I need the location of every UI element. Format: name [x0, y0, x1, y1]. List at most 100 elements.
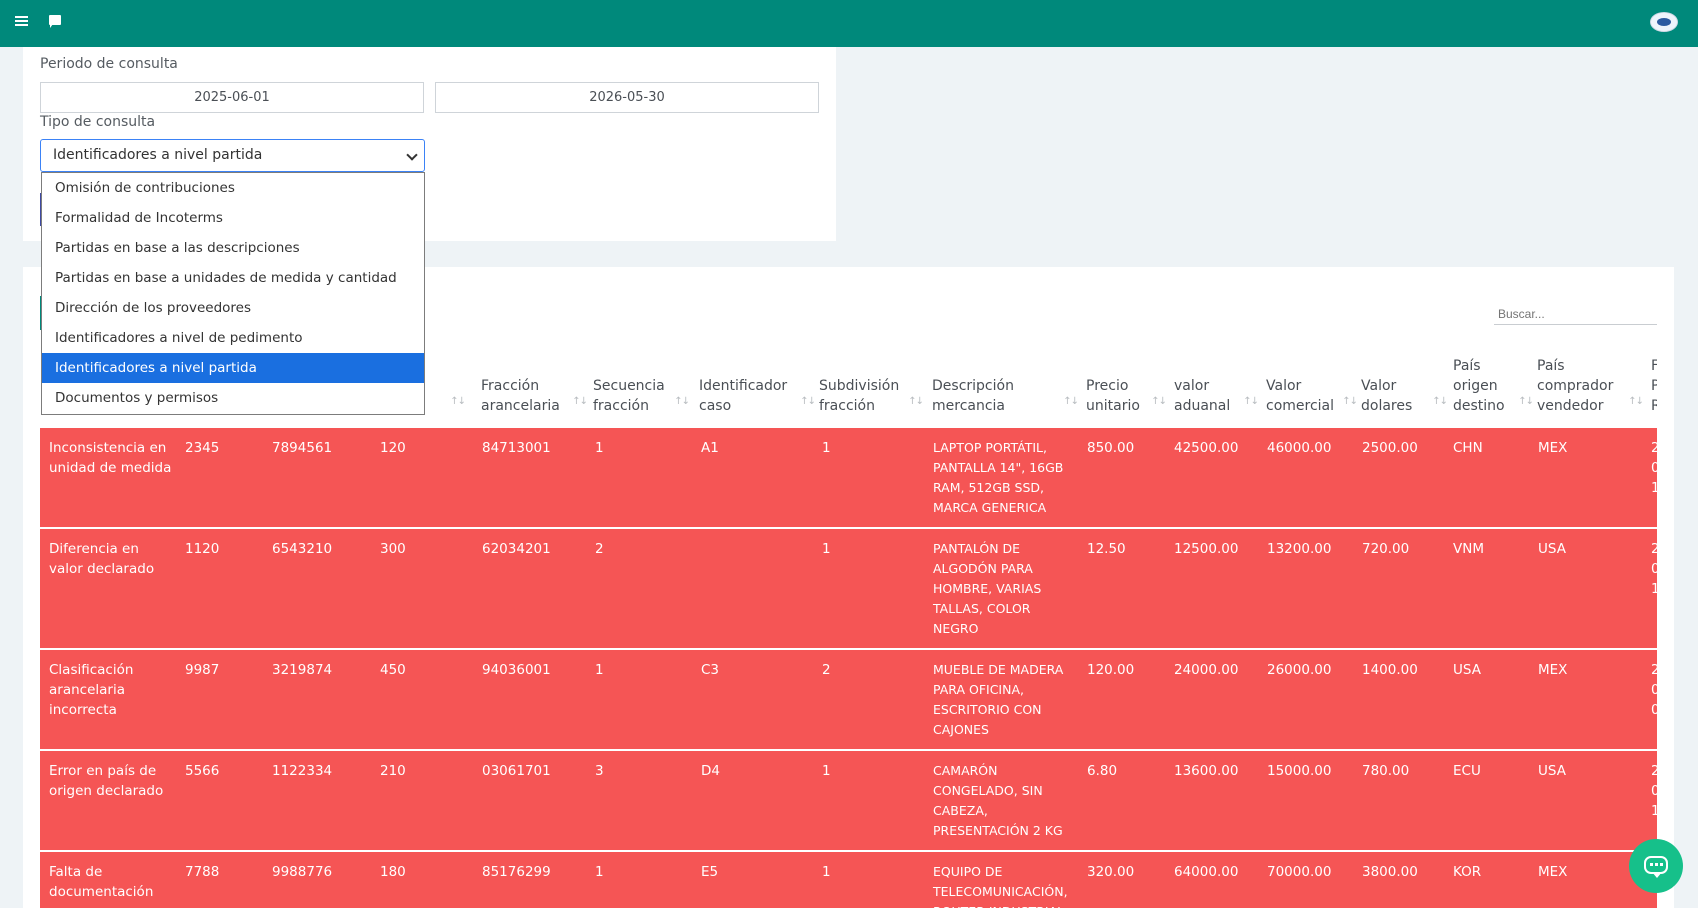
- table-cell: 7894561: [272, 440, 333, 456]
- column-header[interactable]: FPR: [1651, 353, 1657, 425]
- table-cell: 2: [595, 541, 604, 557]
- sort-icon[interactable]: ↑↓: [800, 392, 816, 412]
- sort-icon[interactable]: ↑↓: [1151, 392, 1167, 412]
- table-cell: 62034201: [482, 541, 551, 557]
- dropdown-option[interactable]: Formalidad de Incoterms: [42, 203, 424, 233]
- table-cell: LAPTOP PORTÁTIL, PANTALLA 14", 16GB RAM,…: [933, 440, 1064, 515]
- column-header-label: País: [1453, 358, 1481, 374]
- table-cell: 5566: [185, 763, 220, 779]
- table-cell: USA: [1538, 541, 1566, 557]
- column-header[interactable]: Identificador caso ↑↓: [699, 353, 819, 425]
- table-cell: 3800.00: [1362, 864, 1418, 880]
- column-header-label: origen: [1453, 378, 1498, 394]
- table-cell: 1: [822, 440, 831, 456]
- column-header-label: valor: [1174, 378, 1210, 394]
- sort-icon[interactable]: ↑↓: [450, 392, 466, 412]
- table-cell: CAMARÓN CONGELADO, SIN CABEZA, PRESENTAC…: [933, 763, 1063, 838]
- table-cell: 84713001: [482, 440, 551, 456]
- dropdown-option[interactable]: Partidas en base a unidades de medida y …: [42, 263, 424, 293]
- sort-icon[interactable]: ↑↓: [1243, 392, 1259, 412]
- column-header-label: Subdivisión: [819, 378, 900, 394]
- column-header[interactable]: valor aduanal ↑↓: [1174, 353, 1262, 425]
- table-row[interactable]: Clasificación arancelaria incorrecta 9987…: [40, 648, 1657, 749]
- table-cell: 46000.00: [1267, 440, 1332, 456]
- table-cell: 9987: [185, 662, 220, 678]
- table-cell: MEX: [1538, 440, 1568, 456]
- sort-icon[interactable]: ↑↓: [1432, 392, 1448, 412]
- table-cell: 24000.00: [1174, 662, 1239, 678]
- dropdown-option[interactable]: Partidas en base a las descripciones: [42, 233, 424, 263]
- table-cell: Clasificación arancelaria incorrecta: [49, 662, 134, 718]
- sort-icon[interactable]: ↑↓: [1628, 392, 1644, 412]
- dropdown-option[interactable]: Omisión de contribuciones: [42, 173, 424, 203]
- table-cell: Falta de documentación: [49, 864, 154, 900]
- column-header[interactable]: Precio unitario ↑↓: [1086, 353, 1170, 425]
- column-header-label: mercancia: [932, 398, 1006, 414]
- column-header-label: Descripción: [932, 378, 1014, 394]
- column-header-label: P: [1651, 378, 1657, 394]
- sort-icon[interactable]: ↑↓: [572, 392, 588, 412]
- table-cell: 6.80: [1087, 763, 1118, 779]
- table-cell: 1: [595, 662, 604, 678]
- column-header-label: Secuencia: [593, 378, 665, 394]
- column-header-label: vendedor: [1537, 398, 1604, 414]
- dropdown-option[interactable]: Documentos y permisos: [42, 383, 424, 413]
- table-cell: 120.00: [1087, 662, 1135, 678]
- column-header[interactable]: País comprador vendedor ↑↓: [1537, 353, 1647, 425]
- table-cell: VNM: [1453, 541, 1484, 557]
- table-cell: 180: [380, 864, 406, 880]
- column-header[interactable]: Subdivisión fracción ↑↓: [819, 353, 927, 425]
- table-cell: 3219874: [272, 662, 333, 678]
- column-header-label: destino: [1453, 398, 1505, 414]
- sort-icon[interactable]: ↑↓: [1518, 392, 1534, 412]
- table-cell: 9988776: [272, 864, 333, 880]
- column-header[interactable]: Secuencia fracción ↑↓: [593, 353, 693, 425]
- table-cell: EQUIPO DE TELECOMUNICACIÓN, ROUTER INDUS…: [933, 864, 1068, 908]
- table-cell: A1: [701, 440, 719, 456]
- table-cell: 70000.00: [1267, 864, 1332, 880]
- query-type-dropdown: Omisión de contribuciones Formalidad de I…: [41, 172, 425, 415]
- table-cell: 85176299: [482, 864, 551, 880]
- column-header-label: unitario: [1086, 398, 1140, 414]
- table-row[interactable]: Diferencia en valor declarado 1120 6543210…: [40, 527, 1657, 648]
- table-cell: 2 0 1(: [1651, 763, 1657, 819]
- table-cell: 13200.00: [1267, 541, 1332, 557]
- column-header-label: dolares: [1361, 398, 1413, 414]
- chat-support-button[interactable]: [1629, 839, 1683, 893]
- column-header[interactable]: Fracción arancelaria ↑↓: [481, 353, 591, 425]
- column-header[interactable]: País origen destino ↑↓: [1453, 353, 1537, 425]
- column-header[interactable]: Valor comercial ↑↓: [1266, 353, 1361, 425]
- table-cell: 2 0 1(: [1651, 440, 1657, 496]
- table-cell: USA: [1453, 662, 1481, 678]
- table-cell: 12500.00: [1174, 541, 1239, 557]
- column-header[interactable]: Descripción mercancia ↑↓: [932, 353, 1082, 425]
- results-table: nera↑↓Fracciónarancelaria↑↓Secuenciafrac…: [40, 0, 1657, 908]
- table-row[interactable]: Falta de documentación 7788 9988776 180 8517…: [40, 850, 1657, 908]
- dropdown-option[interactable]: Dirección de los proveedores: [42, 293, 424, 323]
- table-row[interactable]: Inconsistencia en unidad de medida 2345 78…: [40, 426, 1657, 527]
- table-cell: 320.00: [1087, 864, 1135, 880]
- table-cell: 1122334: [272, 763, 333, 779]
- sort-icon[interactable]: ↑↓: [908, 392, 924, 412]
- dropdown-option[interactable]: Identificadores a nivel partida: [42, 353, 424, 383]
- column-header-label: caso: [699, 398, 732, 414]
- menu-icon[interactable]: [14, 14, 30, 30]
- table-cell: 300: [380, 541, 406, 557]
- sort-icon[interactable]: ↑↓: [674, 392, 690, 412]
- table-cell: ECU: [1453, 763, 1481, 779]
- sort-icon[interactable]: ↑↓: [1063, 392, 1079, 412]
- table-cell: 210: [380, 763, 406, 779]
- column-header[interactable]: Valor dolares ↑↓: [1361, 353, 1451, 425]
- dropdown-option[interactable]: Identificadores a nivel de pedimento: [42, 323, 424, 353]
- table-cell: 850.00: [1087, 440, 1135, 456]
- column-header-label: arancelaria: [481, 398, 560, 414]
- column-header-label: Precio: [1086, 378, 1129, 394]
- table-cell: D4: [701, 763, 720, 779]
- table-cell: 13600.00: [1174, 763, 1239, 779]
- column-header-label: País: [1537, 358, 1565, 374]
- column-header-label: Valor: [1361, 378, 1397, 394]
- column-header-label: Identificador: [699, 378, 788, 394]
- sort-icon[interactable]: ↑↓: [1342, 392, 1358, 412]
- table-cell: 1400.00: [1362, 662, 1418, 678]
- table-row[interactable]: Error en país de origen declarado 5566 112…: [40, 749, 1657, 850]
